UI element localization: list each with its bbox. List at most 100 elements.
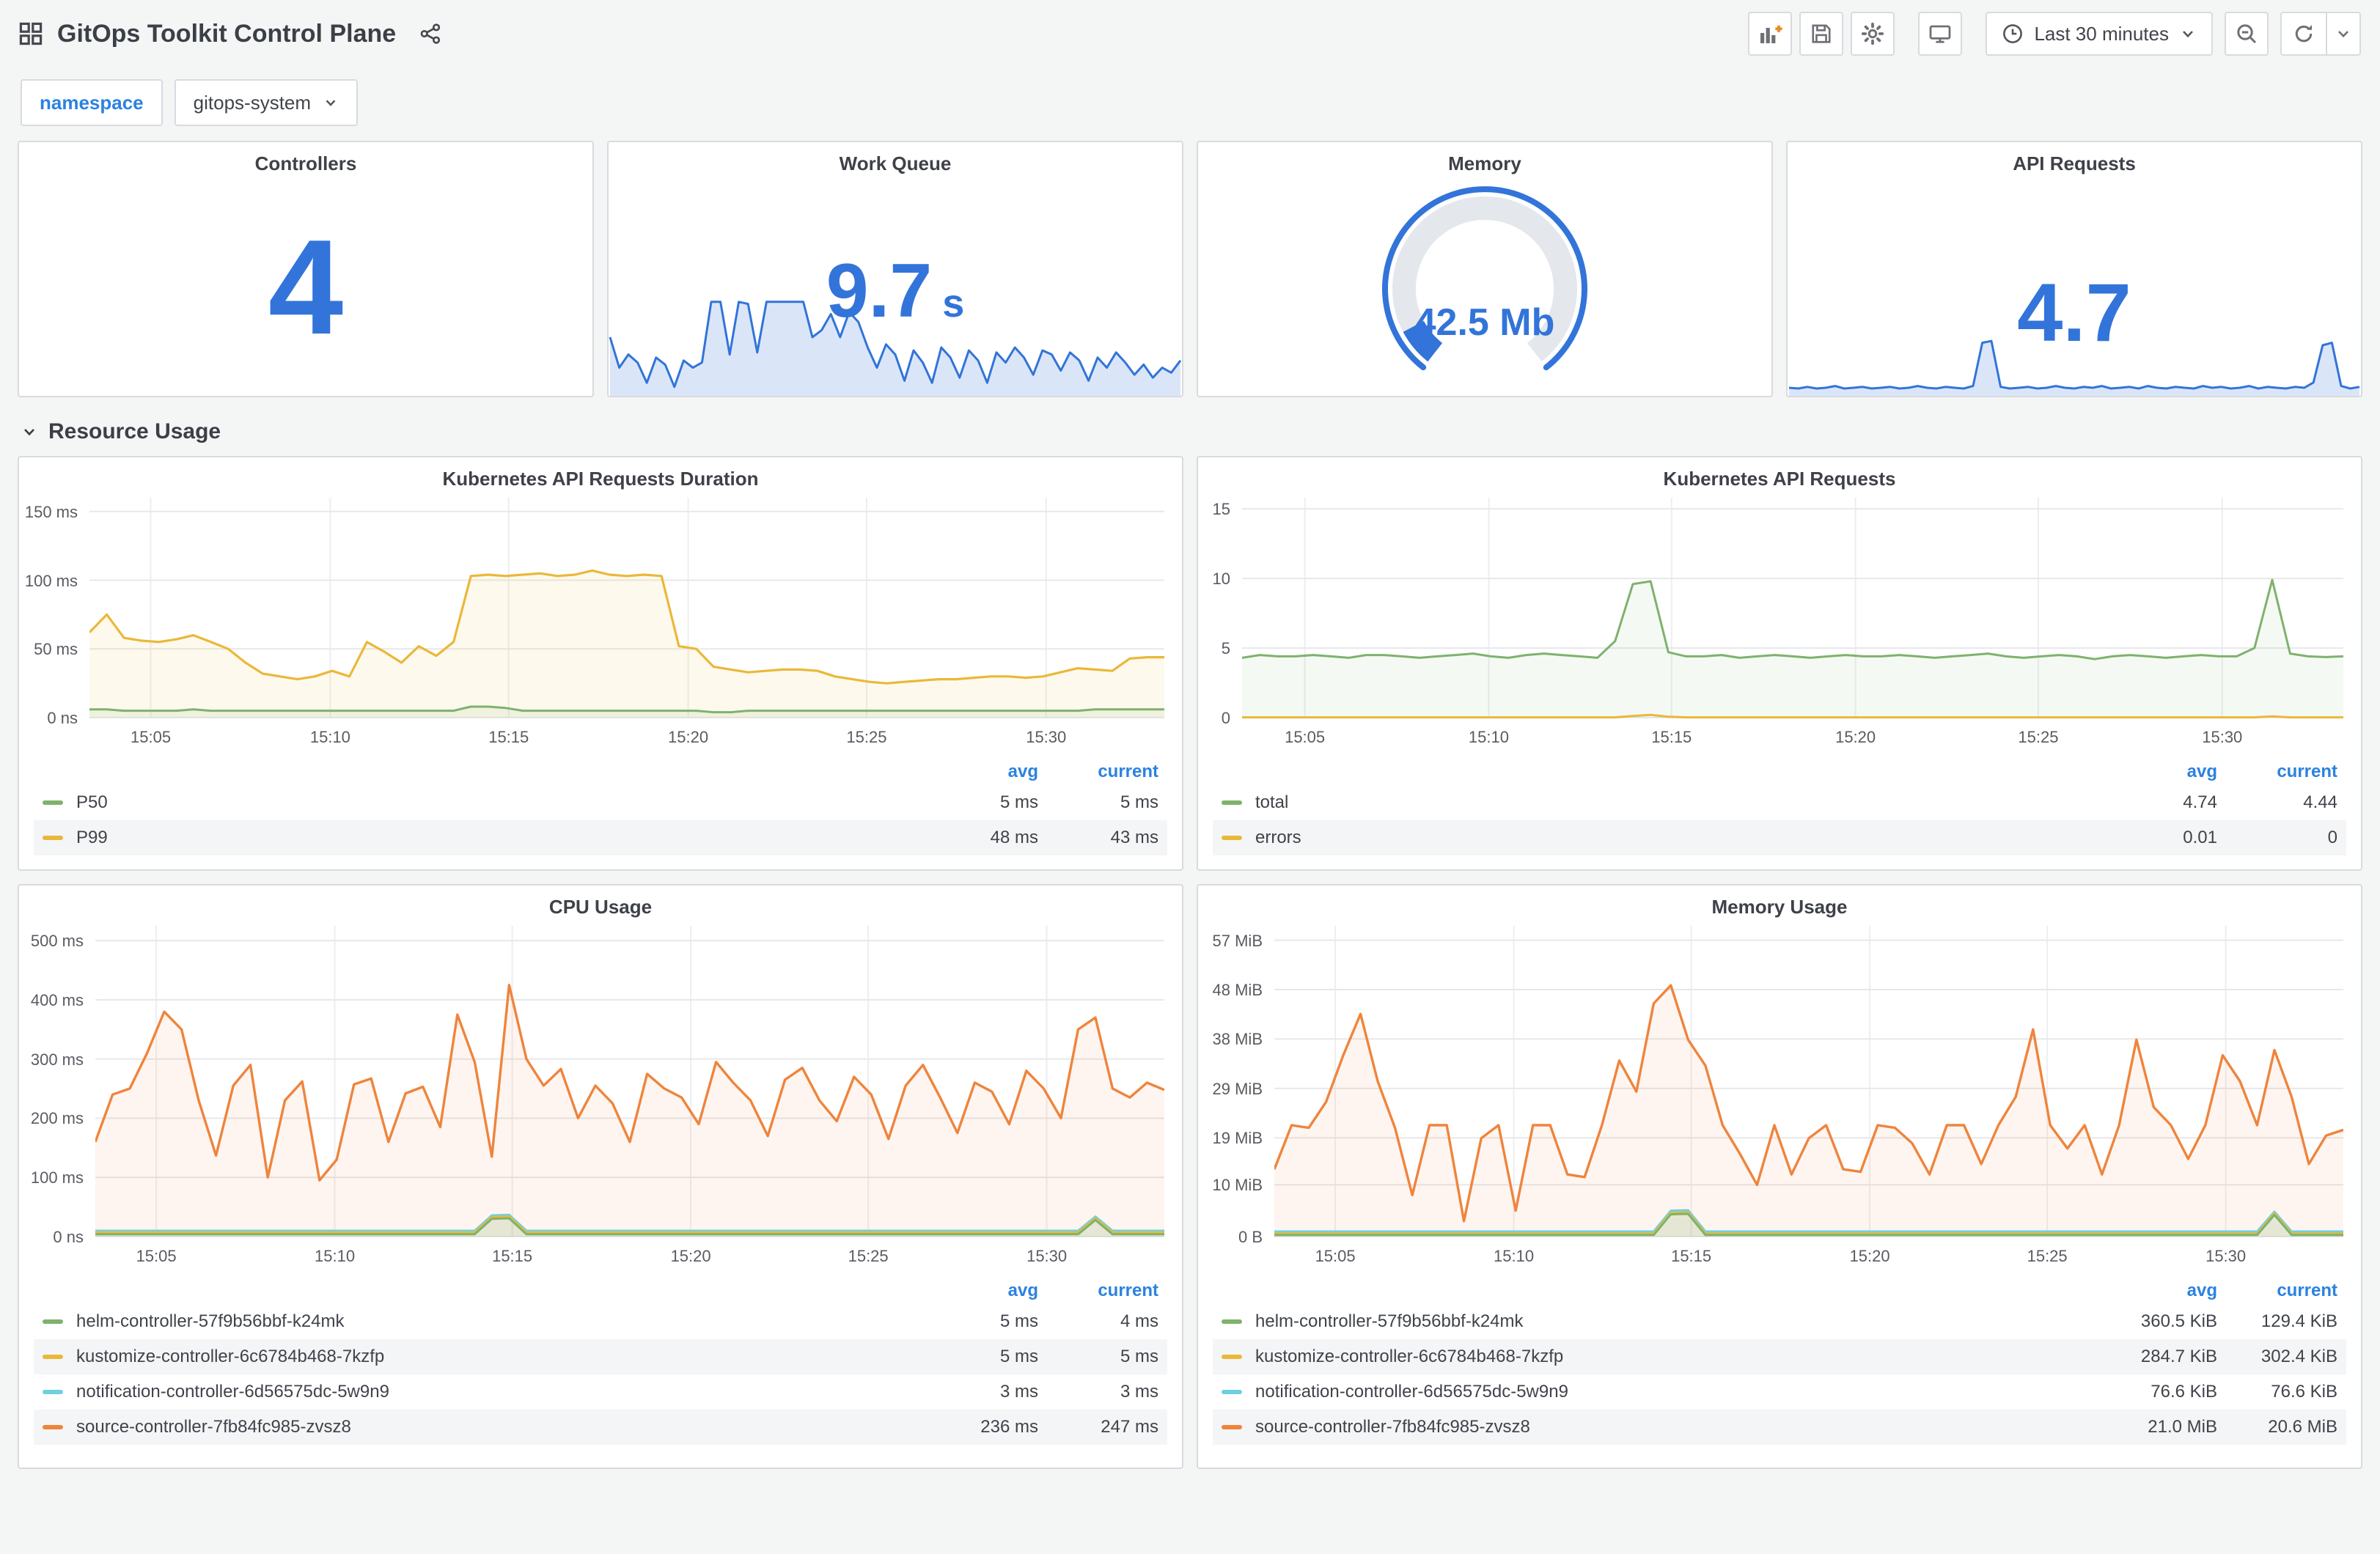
dashboard-header: GitOps Toolkit Control Plane Last 30 min… [0, 0, 2380, 67]
variable-name[interactable]: namespace [40, 92, 144, 114]
refresh-button[interactable] [2282, 13, 2326, 54]
chart-canvas[interactable] [89, 498, 1164, 721]
panel-title[interactable]: Memory [1198, 142, 1771, 175]
plot-area[interactable]: 0 ns 50 ms 100 ms 150 ms 15:05 15:10 15:15 15:2… [19, 495, 1182, 756]
legend-col-avg[interactable]: avg [2115, 1281, 2217, 1301]
series-color-dash [1222, 836, 1242, 840]
legend-col-current[interactable]: current [2217, 1281, 2337, 1301]
row-toggle-resource-usage[interactable]: Resource Usage [21, 419, 2380, 444]
series-name: P99 [76, 828, 108, 847]
legend-header: avg current [34, 759, 1167, 785]
zoom-out-icon [2235, 22, 2258, 45]
legend-row: kustomize-controller-6c6784b468-7kzfp 5 m… [34, 1339, 1167, 1374]
x-axis-label: 15:10 [309, 728, 350, 746]
cycle-view-button[interactable] [1918, 12, 1963, 56]
legend-series-toggle[interactable]: P50 [43, 792, 936, 813]
refresh-interval-dropdown[interactable] [2326, 13, 2359, 54]
legend-col-current[interactable]: current [1038, 1281, 1158, 1301]
series-avg-value: 5 ms [999, 792, 1038, 812]
series-avg-value: 284.7 KiB [2140, 1347, 2217, 1366]
x-axis-label: 15:10 [1494, 1247, 1535, 1265]
series-color-dash [1222, 1425, 1242, 1429]
chevron-down-icon [2179, 25, 2197, 43]
legend-series-toggle[interactable]: source-controller-7fb84fc985-zvsz8 [43, 1417, 936, 1437]
grafana-dashboard: GitOps Toolkit Control Plane Last 30 min… [0, 0, 2380, 1554]
panel-memory-usage: Memory Usage 0 B 10 MiB 19 MiB 29 MiB 38 MiB… [1197, 884, 2362, 1469]
chart-canvas[interactable] [1274, 926, 2343, 1240]
panel-title[interactable]: Kubernetes API Requests [1198, 457, 2361, 490]
x-axis-label: 15:30 [2202, 728, 2243, 746]
legend-series-toggle[interactable]: errors [1222, 828, 2115, 848]
series-current-value: 302.4 KiB [2260, 1347, 2337, 1366]
legend-series-toggle[interactable]: notification-controller-6d56575dc-5w9n9 [1222, 1382, 2115, 1402]
legend-series-toggle[interactable]: kustomize-controller-6c6784b468-7kzfp [43, 1347, 936, 1367]
series-name: errors [1255, 828, 1301, 847]
legend-col-avg[interactable]: avg [936, 1281, 1038, 1301]
legend-col-avg[interactable]: avg [936, 762, 1038, 782]
x-axis-label: 15:10 [1468, 728, 1509, 746]
chart-canvas[interactable] [95, 926, 1164, 1240]
variable-value-dropdown[interactable]: gitops-system [174, 79, 359, 126]
time-range-picker[interactable]: Last 30 minutes [1986, 12, 2213, 56]
legend: avg current P50 5 ms 5 ms P99 48 ms 43 ms [34, 759, 1167, 855]
series-avg-value: 76.6 KiB [2151, 1382, 2217, 1402]
legend-series-toggle[interactable]: P99 [43, 828, 936, 848]
legend-series-toggle[interactable]: helm-controller-57f9b56bbf-k24mk [1222, 1311, 2115, 1332]
series-avg-value: 21.0 MiB [2148, 1417, 2217, 1437]
stat-value: 42.5 Mb [1414, 301, 1555, 344]
series-avg-value: 5 ms [999, 1311, 1038, 1331]
save-dashboard-button[interactable] [1799, 12, 1844, 56]
series-current-value: 5 ms [1120, 1347, 1158, 1366]
panel-title[interactable]: CPU Usage [19, 885, 1182, 918]
chevron-down-icon [323, 95, 339, 111]
series-color-dash [43, 1319, 63, 1324]
legend-series-toggle[interactable]: source-controller-7fb84fc985-zvsz8 [1222, 1417, 2115, 1437]
series-current-value: 247 ms [1101, 1417, 1158, 1437]
stat-panel-api-requests: API Requests 4.7 [1786, 141, 2362, 397]
legend-series-toggle[interactable]: kustomize-controller-6c6784b468-7kzfp [1222, 1347, 2115, 1367]
legend-series-toggle[interactable]: notification-controller-6d56575dc-5w9n9 [43, 1382, 936, 1402]
stat-panel-work-queue: Work Queue 9.7 s [607, 141, 1183, 397]
legend-col-avg[interactable]: avg [2115, 762, 2217, 782]
x-axis-label: 15:15 [488, 728, 529, 746]
legend-col-current[interactable]: current [1038, 762, 1158, 782]
y-axis-label: 100 ms [24, 571, 78, 590]
legend-row: helm-controller-57f9b56bbf-k24mk 5 ms 4 ms [34, 1304, 1167, 1339]
plot-area[interactable]: 0 5 10 15 15:05 15:10 15:15 15:20 15:25 15:30 [1198, 495, 2361, 756]
x-axis-label: 15:20 [668, 728, 709, 746]
panel-title[interactable]: Memory Usage [1198, 885, 2361, 918]
plot-area[interactable]: 0 B 10 MiB 19 MiB 29 MiB 38 MiB 48 MiB 57 MiB 1… [1198, 923, 2361, 1275]
legend-row: P50 5 ms 5 ms [34, 785, 1167, 820]
series-current-value: 129.4 KiB [2260, 1311, 2337, 1331]
y-axis-label: 0 ns [47, 709, 78, 727]
y-axis-label: 5 [1221, 639, 1230, 658]
add-panel-button[interactable] [1748, 12, 1793, 56]
dashboard-settings-button[interactable] [1851, 12, 1895, 56]
legend-col-current[interactable]: current [2217, 762, 2337, 782]
legend-header: avg current [1213, 759, 2346, 785]
chevron-down-icon [21, 423, 38, 441]
series-current-value: 43 ms [1110, 828, 1158, 847]
y-axis-label: 400 ms [30, 990, 84, 1009]
share-icon[interactable] [419, 23, 441, 45]
dashboard-grid-icon[interactable] [19, 22, 43, 45]
chart-canvas[interactable] [1242, 498, 2343, 721]
series-color-dash [1222, 1355, 1242, 1359]
legend-series-toggle[interactable]: helm-controller-57f9b56bbf-k24mk [43, 1311, 936, 1332]
x-axis-label: 15:25 [2027, 1247, 2068, 1265]
legend-series-toggle[interactable]: total [1222, 792, 2115, 813]
panel-title[interactable]: API Requests [1788, 142, 2361, 175]
x-axis-label: 15:05 [136, 1247, 177, 1265]
series-color-dash [1222, 800, 1242, 805]
zoom-out-button[interactable] [2225, 12, 2269, 56]
legend-row: helm-controller-57f9b56bbf-k24mk 360.5 Ki… [1213, 1304, 2346, 1339]
variable-label-namespace: namespace [21, 79, 163, 126]
series-current-value: 3 ms [1120, 1382, 1158, 1402]
panel-title[interactable]: Controllers [19, 142, 592, 175]
y-axis-label: 500 ms [30, 932, 84, 951]
series-current-value: 5 ms [1120, 792, 1158, 812]
y-axis-label: 150 ms [24, 502, 78, 521]
panel-title[interactable]: Work Queue [609, 142, 1182, 175]
plot-area[interactable]: 0 ns 100 ms 200 ms 300 ms 400 ms 500 ms 15:05 1… [19, 923, 1182, 1275]
panel-title[interactable]: Kubernetes API Requests Duration [19, 457, 1182, 490]
